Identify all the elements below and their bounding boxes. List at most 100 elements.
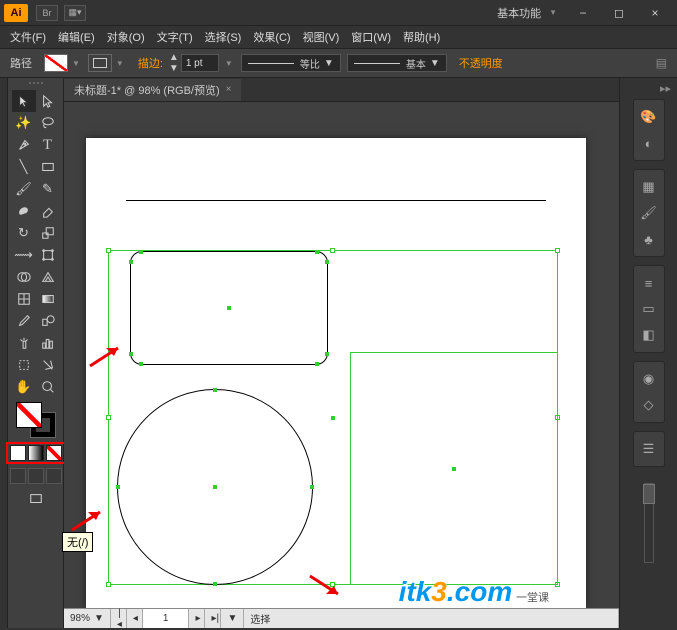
graphic-styles-panel-icon[interactable]: ◇ (639, 395, 659, 415)
width-profile-select[interactable]: 等比▼ (241, 54, 341, 72)
prev-artboard-button[interactable]: ◂ (127, 609, 143, 628)
zoom-level-select[interactable]: 98% ▼ (64, 609, 111, 628)
stroke-panel-icon[interactable]: ≡ (639, 273, 659, 293)
first-artboard-button[interactable]: |◂ (111, 609, 127, 628)
eyedropper-tool[interactable] (12, 310, 36, 332)
brushes-panel-icon[interactable]: 🖌 (639, 203, 659, 223)
perspective-grid-tool[interactable] (36, 266, 60, 288)
canvas-viewport[interactable] (64, 102, 619, 608)
chevron-down-icon[interactable]: ▼ (72, 59, 80, 68)
menu-file[interactable]: 文件(F) (4, 29, 52, 45)
line-path[interactable] (126, 200, 546, 201)
close-icon[interactable]: × (226, 84, 232, 95)
document-tab[interactable]: 未标题-1* @ 98% (RGB/预览) × (64, 79, 241, 101)
toolbox-grip[interactable] (21, 82, 51, 88)
stepper-icon[interactable]: ▲▼ (169, 52, 179, 74)
pen-tool[interactable] (12, 134, 36, 156)
panel-group-layers[interactable]: ☰ (633, 431, 665, 467)
last-artboard-button[interactable]: ▸| (205, 609, 221, 628)
vertical-scrollbar[interactable] (644, 483, 654, 563)
menu-select[interactable]: 选择(S) (199, 29, 248, 45)
magic-wand-tool[interactable]: ✨ (12, 112, 36, 134)
fill-mode-color[interactable] (10, 445, 26, 461)
control-menu-icon[interactable]: ▤ (656, 56, 667, 70)
chevron-down-icon[interactable]: ▼ (225, 59, 233, 68)
artboard-number-input[interactable]: 1 (143, 609, 190, 628)
appearance-panel-icon[interactable]: ◉ (639, 369, 659, 389)
gradient-panel-icon[interactable]: ▭ (639, 299, 659, 319)
rounded-rectangle-path[interactable] (130, 251, 328, 365)
menu-edit[interactable]: 编辑(E) (52, 29, 101, 45)
panel-group-appearance[interactable]: ◉ ◇ (633, 361, 665, 423)
column-graph-tool[interactable] (36, 332, 60, 354)
swatches-panel-icon[interactable]: ▦ (639, 177, 659, 197)
shape-builder-tool[interactable] (12, 266, 36, 288)
fill-stroke-proxy[interactable] (16, 402, 56, 438)
draw-inside[interactable] (46, 468, 62, 484)
color-panel-icon[interactable]: 🎨 (639, 107, 659, 127)
width-tool[interactable]: ⟿ (12, 244, 36, 266)
panel-group-stroke[interactable]: ≡ ▭ ◧ (633, 265, 665, 353)
paintbrush-tool[interactable]: 🖌 (12, 178, 36, 200)
document-tab-title: 未标题-1* @ 98% (RGB/预览) (74, 82, 220, 98)
workspace-switcher[interactable]: 基本功能 (497, 5, 541, 21)
artboard-tool[interactable] (12, 354, 36, 376)
menu-effect[interactable]: 效果(C) (247, 29, 296, 45)
artboard-nav-select[interactable]: ▼ (221, 609, 244, 628)
maximize-button[interactable]: ◻ (601, 3, 637, 23)
fill-mode-gradient[interactable] (28, 445, 44, 461)
rotate-tool[interactable]: ↻ (12, 222, 36, 244)
minimize-button[interactable]: − (565, 3, 601, 23)
layers-panel-icon[interactable]: ☰ (639, 439, 659, 459)
menu-help[interactable]: 帮助(H) (397, 29, 446, 45)
opacity-label[interactable]: 不透明度 (459, 55, 503, 71)
scrollbar-thumb[interactable] (643, 484, 655, 504)
mesh-tool[interactable] (12, 288, 36, 310)
hand-tool[interactable]: ✋ (12, 376, 36, 398)
fill-swatch[interactable] (44, 54, 68, 72)
panel-group-swatches[interactable]: ▦ 🖌 ♣ (633, 169, 665, 257)
direct-selection-tool[interactable] (36, 90, 60, 112)
scale-tool[interactable] (36, 222, 60, 244)
ellipse-path[interactable] (117, 389, 313, 585)
stroke-weight-input[interactable] (181, 54, 219, 72)
chevron-down-icon[interactable]: ▼ (116, 59, 124, 68)
symbols-panel-icon[interactable]: ♣ (639, 229, 659, 249)
draw-behind[interactable] (28, 468, 44, 484)
close-button[interactable]: × (637, 3, 673, 23)
screen-mode-button[interactable] (24, 488, 48, 510)
arrange-docs-icon[interactable]: ▦▾ (64, 5, 86, 21)
transparency-panel-icon[interactable]: ◧ (639, 325, 659, 345)
free-transform-tool[interactable] (36, 244, 60, 266)
eraser-tool[interactable] (36, 200, 60, 222)
stroke-label[interactable]: 描边: (138, 55, 163, 71)
menu-window[interactable]: 窗口(W) (345, 29, 397, 45)
bridge-icon[interactable]: Br (36, 5, 58, 21)
blob-brush-tool[interactable] (12, 200, 36, 222)
selection-tool[interactable] (12, 90, 36, 112)
menu-view[interactable]: 视图(V) (297, 29, 346, 45)
next-artboard-button[interactable]: ▸ (189, 609, 205, 628)
rectangle-tool[interactable] (36, 156, 60, 178)
panel-group-color[interactable]: 🎨 ◐ (633, 99, 665, 161)
symbol-sprayer-tool[interactable] (12, 332, 36, 354)
blend-tool[interactable] (36, 310, 60, 332)
color-guide-panel-icon[interactable]: ◐ (639, 133, 659, 153)
gradient-tool[interactable] (36, 288, 60, 310)
line-tool[interactable]: ╲ (12, 156, 36, 178)
lasso-tool[interactable] (36, 112, 60, 134)
stroke-swatch[interactable] (88, 54, 112, 72)
pencil-tool[interactable]: ✎ (36, 178, 60, 200)
zoom-tool[interactable] (36, 376, 60, 398)
fill-mode-none[interactable] (46, 445, 62, 461)
dock-collapse-icon[interactable]: ▸▸ (660, 82, 671, 95)
fill-color-proxy[interactable] (16, 402, 42, 428)
type-tool[interactable]: T (36, 134, 60, 156)
menu-object[interactable]: 对象(O) (101, 29, 151, 45)
draw-normal[interactable] (10, 468, 26, 484)
slice-tool[interactable] (36, 354, 60, 376)
menu-text[interactable]: 文字(T) (151, 29, 199, 45)
fill-mode-highlight (6, 442, 66, 464)
brush-def-select[interactable]: 基本▼ (347, 54, 447, 72)
rectangle-path[interactable] (350, 352, 558, 585)
